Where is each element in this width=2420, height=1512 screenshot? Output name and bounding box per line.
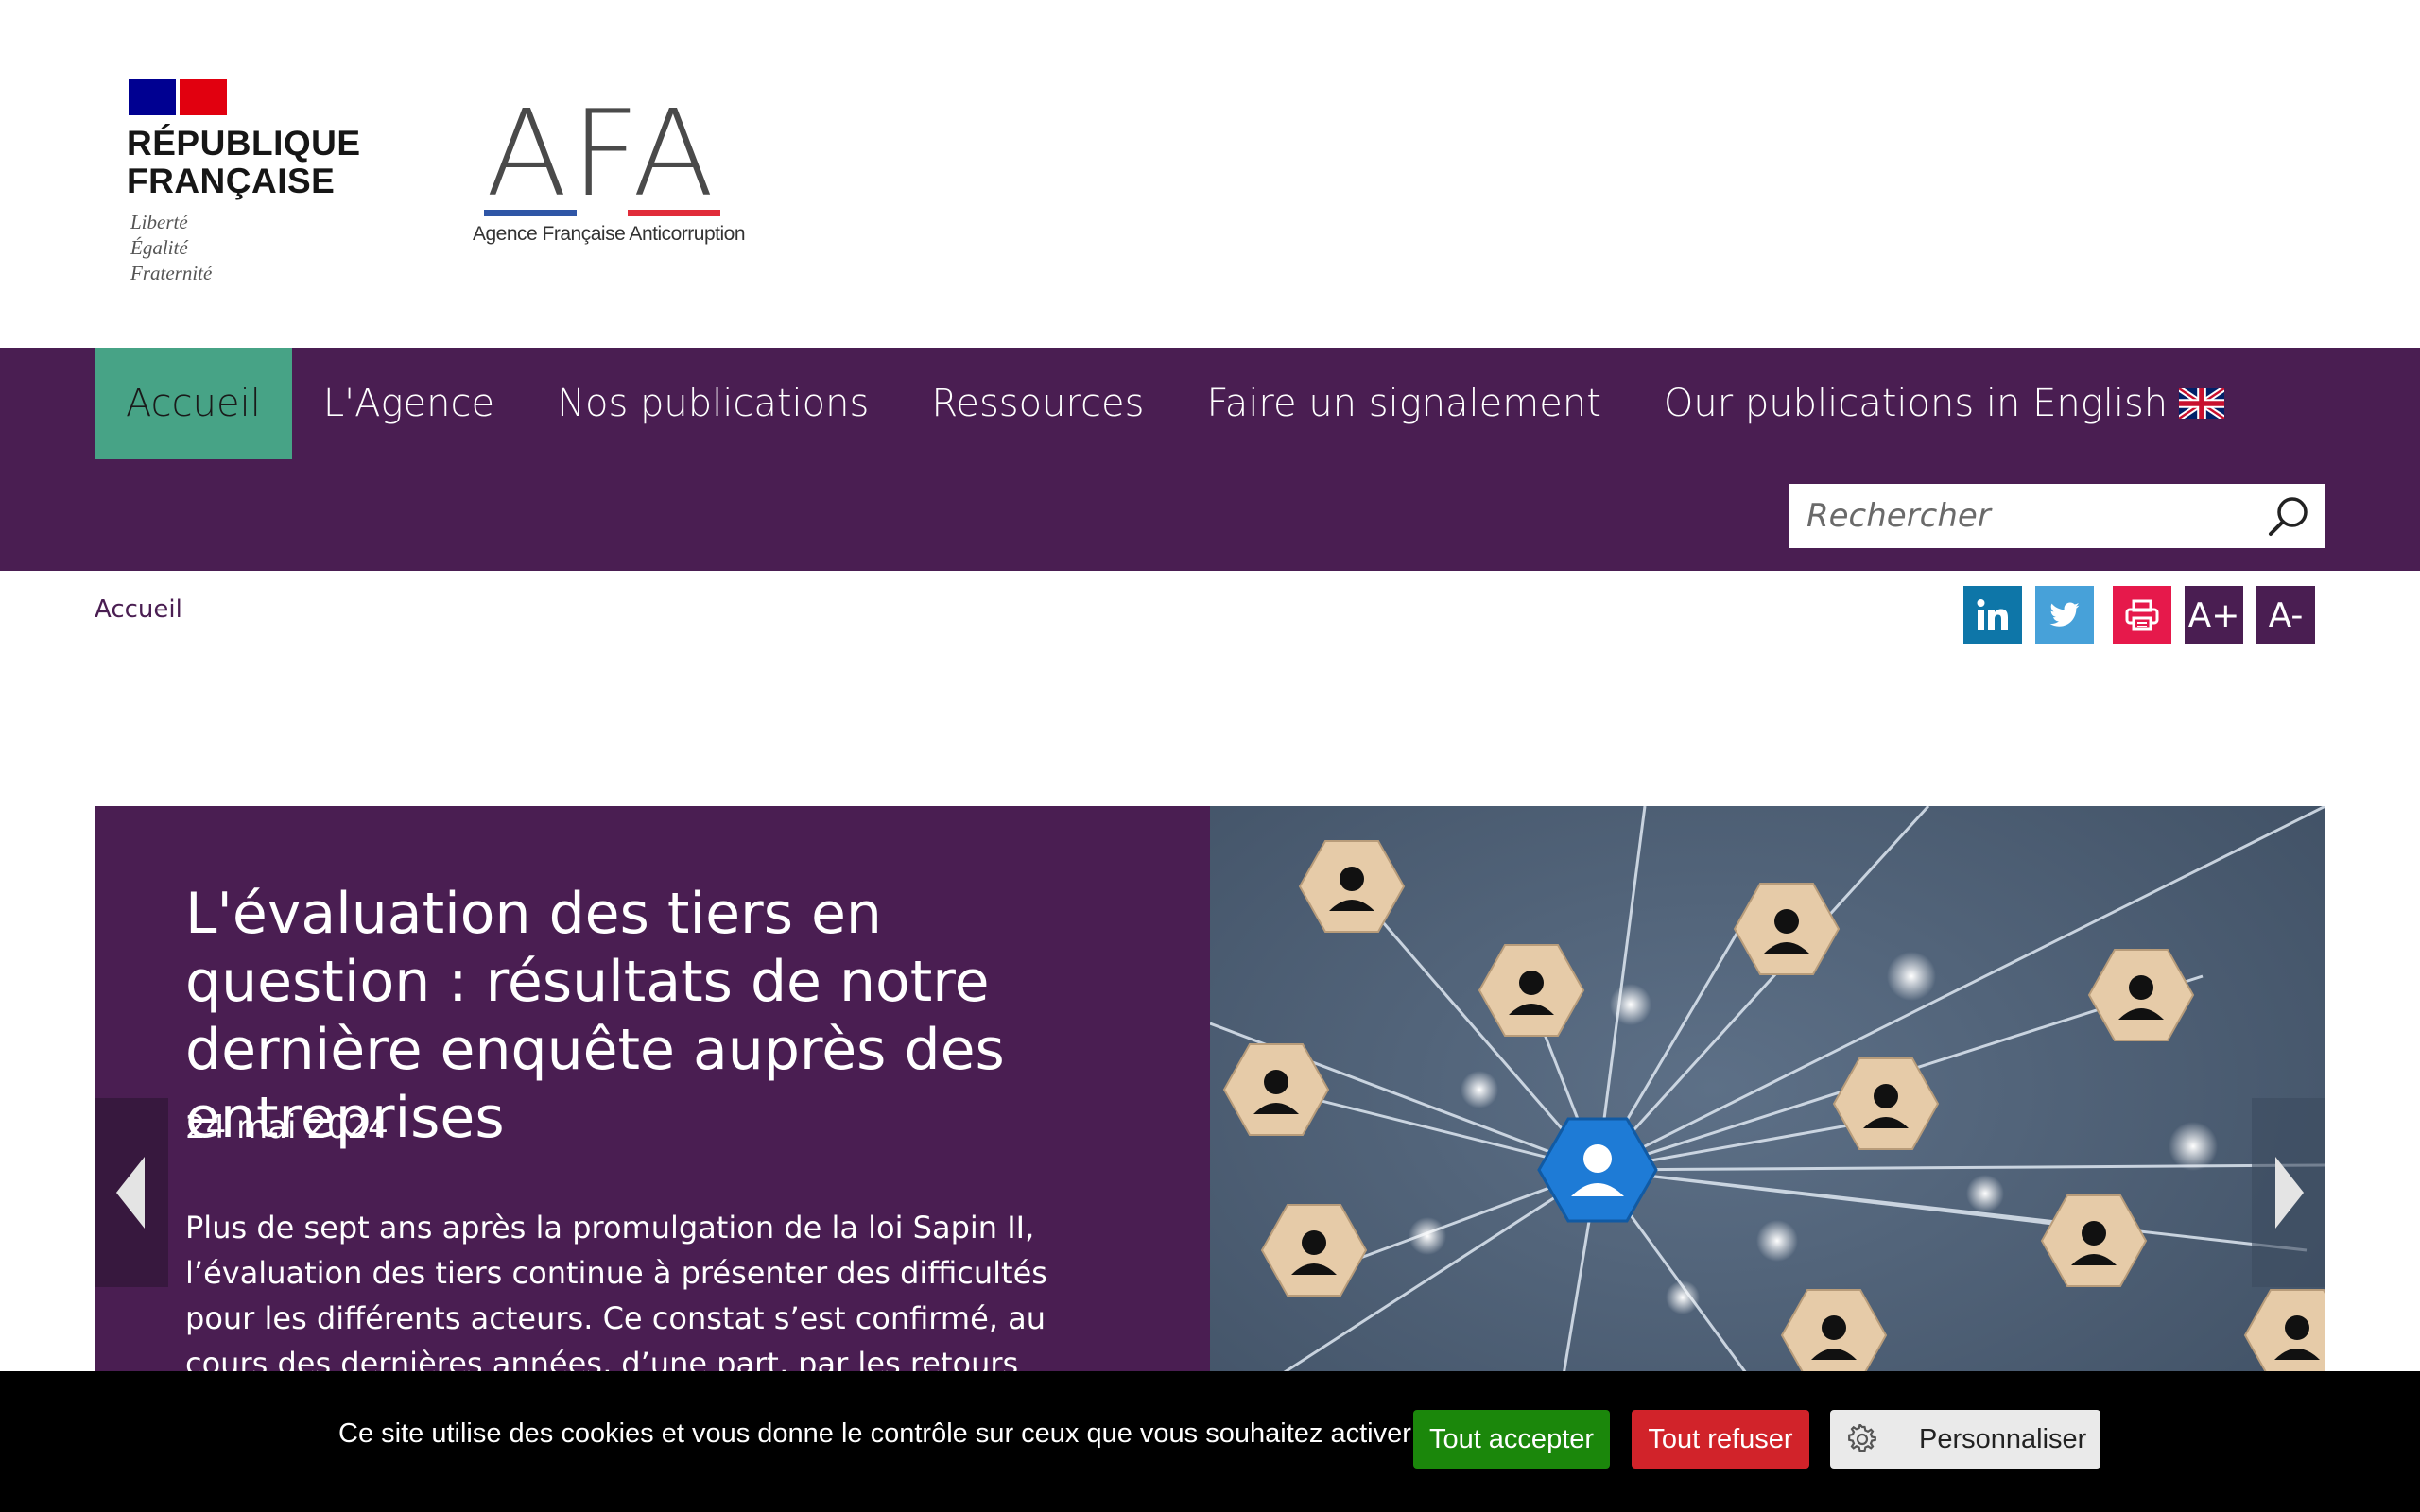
print-button[interactable] [2113,586,2171,644]
nav-item-ressources[interactable]: Ressources [900,348,1175,459]
republique-francaise-title: RÉPUBLIQUE FRANÇAISE [127,124,361,200]
gear-icon [1848,1424,1876,1452]
afa-logo-letters: AFA [486,84,718,223]
cookie-banner: Ce site utilise des cookies et vous donn… [0,1371,2420,1512]
search-input[interactable] [1789,484,2277,548]
afa-logo[interactable]: AFA Agence Française Anticorruption [467,94,751,255]
arrow-right-icon [2275,1157,2304,1228]
nav-item-publications[interactable]: Nos publications [526,348,900,459]
nav-item-english-label: Our publications in English [1663,382,2169,425]
print-icon [2125,599,2159,631]
nav-menu: Accueil L'Agence Nos publications Ressou… [95,348,2256,459]
nav-item-accueil[interactable]: Accueil [95,348,292,459]
nav-item-english-publications[interactable]: Our publications in English [1633,348,2256,459]
accept-all-cookies-button[interactable]: Tout accepter [1413,1410,1610,1469]
search-icon[interactable] [2266,493,2311,539]
cookie-message: Ce site utilise des cookies et vous donn… [338,1418,1411,1449]
afa-logo-subtitle: Agence Française Anticorruption [473,223,746,245]
uk-flag-icon [2179,388,2225,419]
font-increase-button[interactable]: A+ [2185,586,2243,644]
font-decrease-button[interactable]: A- [2256,586,2315,644]
nav-item-agence[interactable]: L'Agence [292,348,526,459]
search-form [1789,484,2325,548]
linkedin-share-button[interactable] [1963,586,2022,644]
afa-blue-bar [484,210,577,216]
twitter-share-button[interactable] [2035,586,2094,644]
linkedin-icon [1977,599,2008,630]
republique-francaise-logo[interactable]: RÉPUBLIQUE FRANÇAISE Liberté Égalité Fra… [127,77,363,285]
breadcrumb-home-link[interactable]: Accueil [95,595,182,624]
refuse-all-cookies-button[interactable]: Tout refuser [1632,1410,1809,1469]
customize-cookies-button[interactable]: Personnaliser [1830,1410,2100,1469]
arrow-left-icon [116,1157,145,1228]
carousel-prev-button[interactable] [95,1098,168,1287]
twitter-icon [2049,602,2080,627]
breadcrumb: Accueil [95,595,182,624]
customize-cookies-label: Personnaliser [1919,1423,2087,1454]
slide-date: 24 mai 2024 [185,1108,389,1146]
afa-red-bar [628,210,720,216]
marianne-flag-icon [129,79,227,115]
carousel-next-button[interactable] [2252,1098,2325,1287]
main-navigation: Accueil L'Agence Nos publications Ressou… [0,348,2420,571]
share-tools: A+ A- [1963,586,2315,644]
site-header: RÉPUBLIQUE FRANÇAISE Liberté Égalité Fra… [0,0,2420,348]
republique-motto: Liberté Égalité Fraternité [130,211,213,284]
nav-item-signalement[interactable]: Faire un signalement [1175,348,1632,459]
